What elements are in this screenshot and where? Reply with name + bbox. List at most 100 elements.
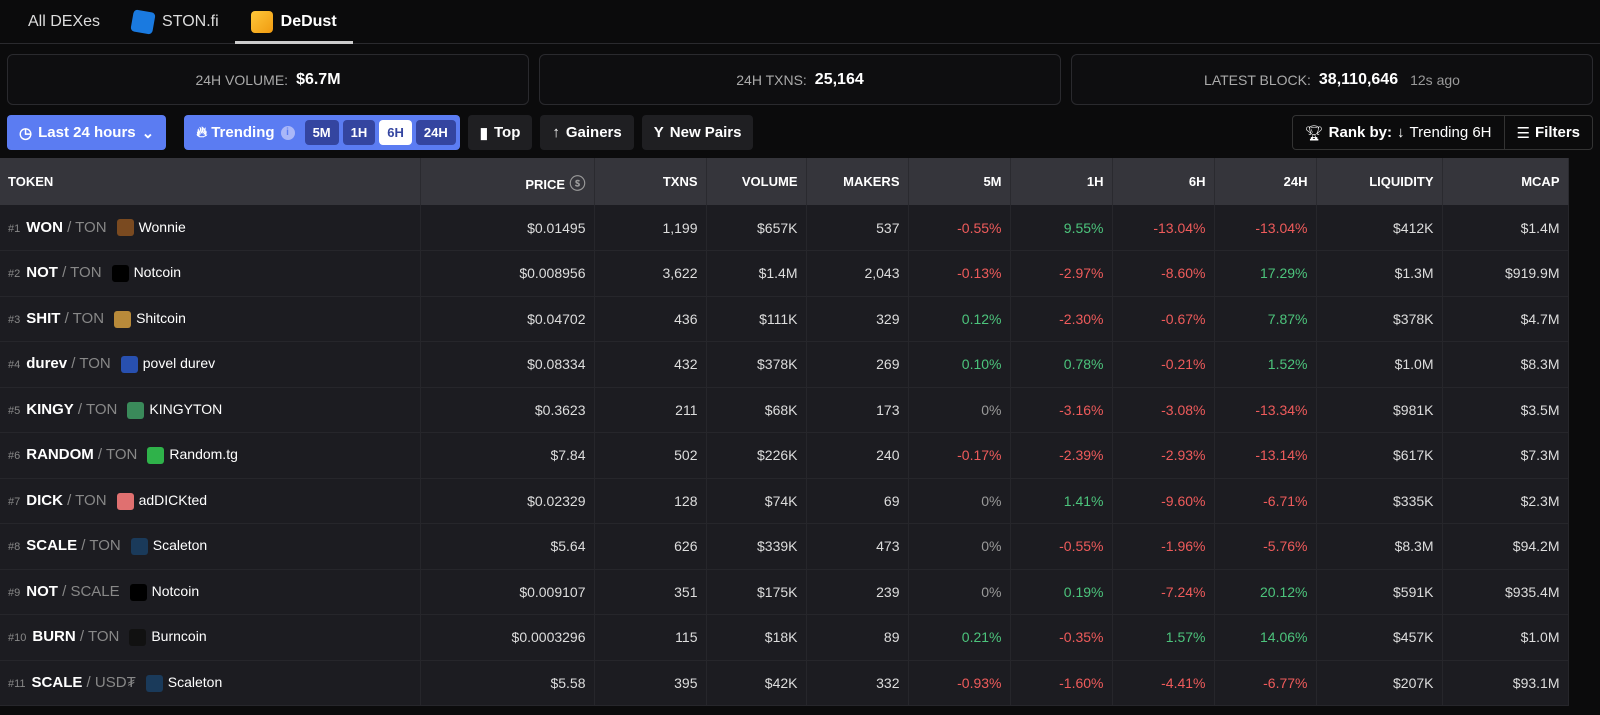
change-m5-cell: 0.10% [908,341,1011,388]
change-h1-cell: 9.55% [1010,205,1113,251]
top-button[interactable]: ▮ Top [467,115,533,150]
table-row[interactable]: #7 DICK / TON adDICKted $0.02329 128 $74K 69 0%… [0,478,1569,524]
chevron-down-icon: ⌄ [141,124,155,142]
base-symbol: RANDOM [26,446,94,464]
change-h1-cell: 0.19% [1010,569,1113,615]
token-cell: #8 SCALE / TON Scaleton [0,523,421,570]
table-row[interactable]: #5 KINGY / TON KINGYTON $0.3623 211 $68K 173 0%… [0,387,1569,433]
liquidity-cell: $617K [1316,432,1443,479]
base-symbol: WON [26,218,63,236]
token-cell: #3 SHIT / TON Shitcoin [0,296,421,342]
change-h6-cell: -3.08% [1112,387,1215,433]
column-header-6h[interactable]: 6H [1112,158,1215,205]
table-row[interactable]: #9 NOT / SCALE Notcoin $0.009107 351 $175K 239… [0,569,1569,615]
makers-cell: 332 [806,660,909,706]
column-header-5m[interactable]: 5M [908,158,1011,205]
token-icon [116,219,134,237]
rank: #1 [8,222,21,235]
txns-cell: 128 [594,478,707,524]
info-icon[interactable]: i [280,125,295,140]
tab-dedust[interactable]: DeDust [234,0,353,44]
stat-24h-volume: 24H VOLUME: $6.7M [7,54,529,105]
column-header-volume[interactable]: VOLUME [706,158,807,205]
liquidity-cell: $8.3M [1316,523,1443,570]
interval-1h[interactable]: 1H [342,120,376,145]
column-header-liquidity[interactable]: LIQUIDITY [1316,158,1443,205]
price-cell: $0.02329 [420,478,595,524]
interval-6h[interactable]: 6H [379,120,412,145]
column-header-price[interactable]: PRICE ⓢ [420,158,595,205]
table-row[interactable]: #6 RANDOM / TON Random.tg $7.84 502 $226K 240-… [0,432,1569,479]
rank: #3 [8,313,21,326]
table-row[interactable]: #8 SCALE / TON Scaleton $5.64 626 $339K 473 0% -… [0,523,1569,570]
mcap-cell: $919.9M [1442,250,1569,297]
change-h6-cell: -7.24% [1112,569,1215,615]
header-label: 24H [1283,174,1308,189]
bar-chart-icon: ▮ [479,124,488,142]
txns-cell: 3,622 [594,250,707,297]
liquidity-cell: $412K [1316,205,1443,251]
header-label: PRICE [525,176,566,192]
header-label: MCAP [1521,174,1560,189]
column-header-1h[interactable]: 1H [1010,158,1113,205]
currency-toggle-icon[interactable]: ⓢ [565,176,585,193]
price-cell: $0.0003296 [420,614,595,661]
quote-symbol: / TON [57,264,102,282]
table-row[interactable]: #11 SCALE / USD₮ Scaleton $5.58 395 $42K 332 -0… [0,660,1569,706]
quote-symbol: / TON [73,400,118,418]
trending-group[interactable]: 🔥︎ Trending i 5M 1H 6H 24H [184,115,460,150]
txns-cell: 626 [594,523,707,570]
mcap-cell: $3.5M [1442,387,1569,433]
change-m5-cell: -0.17% [908,432,1011,479]
token-cell: #6 RANDOM / TON Random.tg [0,432,421,479]
column-header-makers[interactable]: MAKERS [806,158,909,205]
rank-filter-group: 🏆︎ Rank by: ↓ Trending 6H ☰ Filters [1291,115,1593,150]
column-header-txns[interactable]: TXNS [594,158,707,205]
filters-button[interactable]: ☰ Filters [1505,116,1592,149]
column-header-token[interactable]: TOKEN [0,158,421,205]
token-name: Scaleton [167,673,223,690]
column-header-24h[interactable]: 24H [1214,158,1317,205]
change-h24-cell: -6.77% [1214,660,1317,706]
makers-cell: 329 [806,296,909,342]
mcap-cell: $1.4M [1442,205,1569,251]
rank-by-button[interactable]: 🏆︎ Rank by: ↓ Trending 6H [1293,116,1505,149]
table-row[interactable]: #4 durev / TON povel durev $0.08334 432 $378K… [0,341,1569,388]
change-m5-cell: -0.55% [908,205,1011,251]
token-cell: #4 durev / TON povel durev [0,341,421,388]
token-cell: #5 KINGY / TON KINGYTON [0,387,421,433]
mcap-cell: $94.2M [1442,523,1569,570]
interval-24h[interactable]: 24H [415,120,456,145]
token-cell: #7 DICK / TON adDICKted [0,478,421,524]
price-cell: $5.64 [420,523,595,570]
change-m5-cell: 0% [908,523,1011,570]
price-cell: $0.009107 [420,569,595,615]
change-m5-cell: -0.13% [908,250,1011,297]
makers-cell: 239 [806,569,909,615]
new-pairs-button[interactable]: Y New Pairs [641,115,754,150]
column-header-mcap[interactable]: MCAP [1442,158,1569,205]
tab-all-dexes[interactable]: All DEXes [12,0,116,43]
token-name: Burncoin [151,628,207,645]
table-row[interactable]: #3 SHIT / TON Shitcoin $0.04702 436 $111K 329 0… [0,296,1569,342]
token-icon [120,356,138,374]
txns-cell: 211 [594,387,707,433]
volume-cell: $657K [706,205,807,251]
table-row[interactable]: #10 BURN / TON Burncoin $0.0003296 115 $18K 89… [0,614,1569,661]
makers-cell: 69 [806,478,909,524]
time-range-dropdown[interactable]: ◷ Last 24 hours ⌄ [7,115,167,150]
txns-cell: 432 [594,341,707,388]
makers-cell: 89 [806,614,909,661]
volume-cell: $74K [706,478,807,524]
token-icon [130,538,148,556]
sprout-icon: Y [653,124,664,141]
txns-cell: 115 [594,614,707,661]
table-row[interactable]: #2 NOT / TON Notcoin $0.008956 3,622 $1.4M 2,0… [0,250,1569,297]
tab-ston-fi[interactable]: STON.fi [116,0,235,43]
sliders-icon: ☰ [1516,124,1530,142]
volume-cell: $111K [706,296,807,342]
change-h1-cell: -2.30% [1010,296,1113,342]
interval-5m[interactable]: 5M [304,120,339,145]
gainers-button[interactable]: ↑ Gainers [540,115,634,150]
table-row[interactable]: #1 WON / TON Wonnie $0.01495 1,199 $657K 537 -0… [0,205,1569,251]
